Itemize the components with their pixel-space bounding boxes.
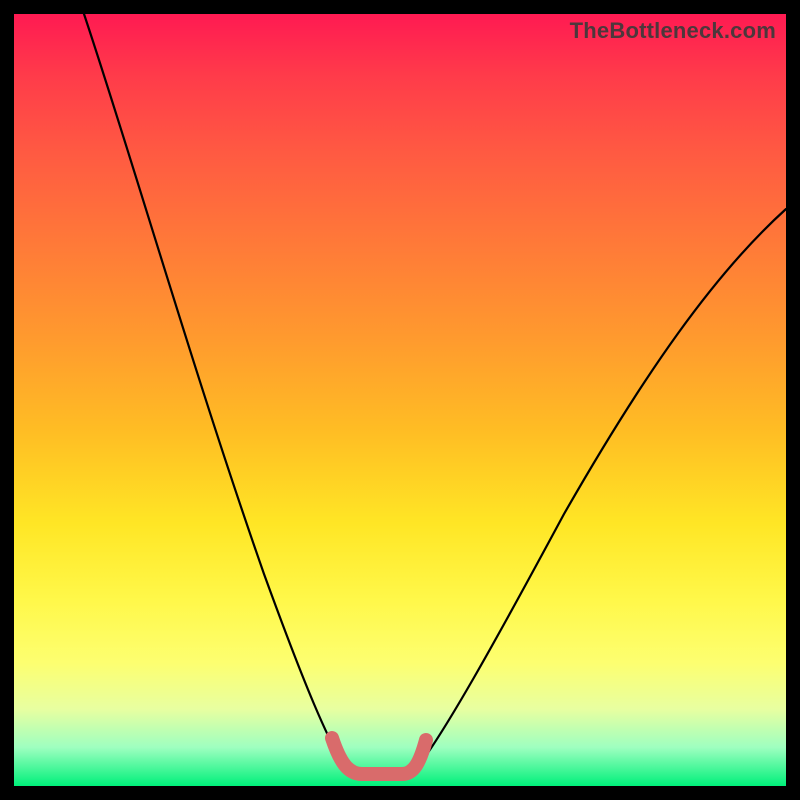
right-curve: [414, 209, 786, 772]
left-curve: [84, 14, 349, 774]
highlight-bottom: [332, 738, 426, 774]
chart-frame: TheBottleneck.com: [14, 14, 786, 786]
curves-layer: [14, 14, 786, 786]
plot-area: TheBottleneck.com: [14, 14, 786, 786]
